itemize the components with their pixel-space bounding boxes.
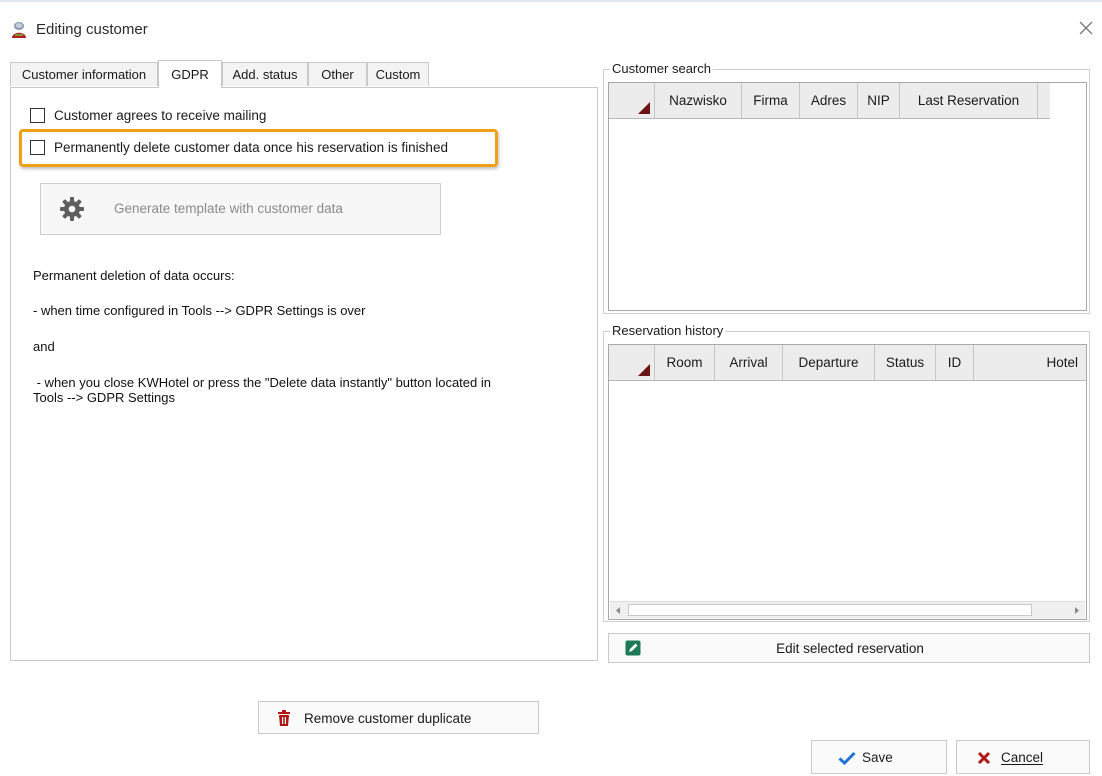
deletion-info-time: - when time configured in Tools --> GDPR…	[33, 303, 366, 318]
column-status[interactable]: Status	[875, 345, 936, 380]
save-button[interactable]: Save	[811, 740, 947, 774]
tab-other[interactable]: Other	[308, 62, 367, 86]
tab-add-status[interactable]: Add. status	[222, 62, 308, 86]
customer-search-group: Customer search Nazwisko Firma Adres NIP…	[603, 61, 1090, 314]
delete-data-checkbox[interactable]	[30, 140, 45, 155]
tab-customer-information[interactable]: Customer information	[10, 62, 158, 86]
deletion-info-heading: Permanent deletion of data occurs:	[33, 268, 235, 283]
edit-reservation-label: Edit selected reservation	[776, 641, 924, 656]
column-nip[interactable]: NIP	[858, 83, 900, 118]
horizontal-scrollbar[interactable]	[610, 601, 1085, 619]
gdpr-tab-panel	[10, 87, 598, 661]
sort-triangle-icon	[638, 364, 650, 376]
deletion-info-and: and	[33, 339, 55, 354]
mailing-consent-checkbox[interactable]	[30, 108, 45, 123]
cancel-x-icon	[977, 751, 991, 765]
reservation-history-header: Room Arrival Departure Status ID Hotel	[609, 345, 1086, 381]
reservation-history-title: Reservation history	[610, 323, 726, 338]
checkmark-icon	[838, 751, 856, 765]
reservation-history-grid[interactable]: Room Arrival Departure Status ID Hotel	[608, 344, 1087, 620]
column-departure[interactable]: Departure	[783, 345, 875, 380]
reservation-history-group: Reservation history Room Arrival Departu…	[603, 323, 1090, 622]
edit-reservation-button[interactable]: Edit selected reservation	[608, 633, 1090, 663]
generate-template-label: Generate template with customer data	[114, 201, 343, 216]
column-last-reservation[interactable]: Last Reservation	[900, 83, 1038, 118]
column-firma[interactable]: Firma	[742, 83, 800, 118]
tab-gdpr[interactable]: GDPR	[158, 60, 222, 88]
cancel-label: Cancel	[1001, 750, 1044, 765]
column-arrival[interactable]: Arrival	[715, 345, 783, 380]
sort-corner[interactable]	[609, 83, 655, 118]
customer-search-title: Customer search	[610, 61, 713, 76]
close-icon[interactable]	[1078, 20, 1094, 36]
cancel-button[interactable]: Cancel	[956, 740, 1090, 774]
deletion-info-close-line1: - when you close KWHotel or press the "D…	[33, 375, 491, 390]
column-hotel[interactable]: Hotel	[974, 345, 1086, 380]
mailing-consent-label: Customer agrees to receive mailing	[54, 108, 267, 123]
customer-app-icon	[12, 22, 26, 38]
tab-custom[interactable]: Custom	[367, 62, 429, 86]
trash-icon	[278, 710, 290, 726]
scroll-thumb[interactable]	[628, 604, 1032, 616]
window-top-border	[0, 0, 1102, 2]
gear-icon	[60, 197, 84, 221]
deletion-info-close-line2: Tools --> GDPR Settings	[33, 390, 175, 405]
remove-duplicate-label: Remove customer duplicate	[304, 711, 472, 726]
delete-data-label: Permanently delete customer data once hi…	[54, 140, 448, 155]
customer-search-header: Nazwisko Firma Adres NIP Last Reservatio…	[609, 83, 1050, 119]
sort-triangle-icon	[638, 102, 650, 114]
scroll-right-icon[interactable]	[1070, 604, 1083, 617]
sort-corner[interactable]	[609, 345, 655, 380]
mailing-consent-row[interactable]: Customer agrees to receive mailing	[30, 108, 266, 123]
save-label: Save	[862, 750, 893, 765]
window-title: Editing customer	[36, 21, 148, 38]
generate-template-button[interactable]: Generate template with customer data	[40, 183, 441, 235]
column-id[interactable]: ID	[936, 345, 974, 380]
remove-duplicate-button[interactable]: Remove customer duplicate	[258, 701, 539, 734]
scroll-left-icon[interactable]	[612, 604, 625, 617]
delete-data-row[interactable]: Permanently delete customer data once hi…	[30, 140, 448, 155]
customer-search-grid[interactable]: Nazwisko Firma Adres NIP Last Reservatio…	[608, 82, 1087, 311]
column-room[interactable]: Room	[655, 345, 715, 380]
column-nazwisko[interactable]: Nazwisko	[655, 83, 742, 118]
column-adres[interactable]: Adres	[800, 83, 858, 118]
